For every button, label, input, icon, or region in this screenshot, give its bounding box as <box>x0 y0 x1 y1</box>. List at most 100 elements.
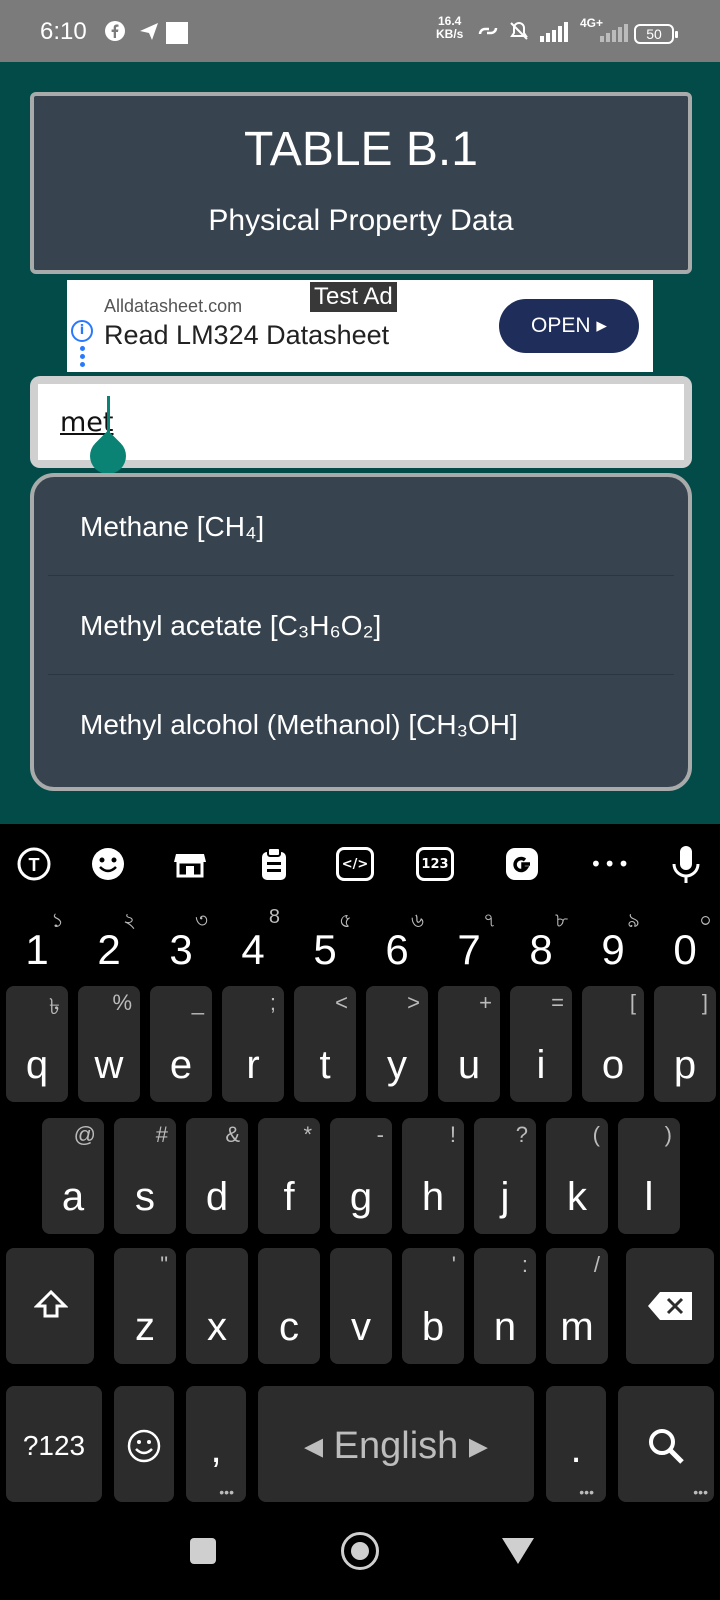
ad-open-button[interactable]: OPEN ▸ <box>499 299 639 353</box>
key-label: u <box>457 1043 481 1087</box>
network-speed: 16.4 KB/s <box>436 14 464 41</box>
code-icon[interactable]: </> <box>336 847 374 881</box>
key-hint: < <box>335 990 348 1015</box>
key-label: 5 <box>313 926 337 973</box>
key-hint: ' <box>451 1252 456 1277</box>
key-4[interactable]: 84 <box>222 904 284 982</box>
symbols-key[interactable]: ?123 <box>6 1386 102 1502</box>
key-e[interactable]: _ e <box>150 986 212 1102</box>
ad-menu-icon[interactable] <box>80 346 86 370</box>
key-d[interactable]: & d <box>186 1118 248 1234</box>
suggestion-item[interactable]: Methyl alcohol (Methanol) [CH₃OH] <box>48 675 674 774</box>
key-label: 2 <box>97 926 121 973</box>
key-m[interactable]: / m <box>546 1248 608 1364</box>
info-icon[interactable]: i <box>71 320 93 342</box>
key-t[interactable]: < t <box>294 986 356 1102</box>
key-p[interactable]: ] p <box>654 986 716 1102</box>
key-hint: : <box>521 1252 528 1277</box>
clipboard-icon[interactable] <box>254 844 294 884</box>
key-6[interactable]: ৬6 <box>366 904 428 982</box>
key-0[interactable]: ০0 <box>654 904 716 982</box>
back-icon[interactable] <box>502 1538 534 1564</box>
key-2[interactable]: ২2 <box>78 904 140 982</box>
key-u[interactable]: + u <box>438 986 500 1102</box>
key-1[interactable]: ১1 <box>6 904 68 982</box>
key-label: g <box>349 1175 373 1219</box>
emoji-key[interactable] <box>114 1386 174 1502</box>
key-s[interactable]: # s <box>114 1118 176 1234</box>
key-a[interactable]: @ a <box>42 1118 104 1234</box>
key-label: m <box>560 1305 594 1349</box>
key-5[interactable]: ৫5 <box>294 904 356 982</box>
key-y[interactable]: > y <box>366 986 428 1102</box>
key-hint: ) <box>664 1122 672 1147</box>
key-label: a <box>61 1175 85 1219</box>
key-r[interactable]: ; r <box>222 986 284 1102</box>
recent-apps-icon[interactable] <box>190 1538 216 1564</box>
notification-square-icon <box>166 22 188 44</box>
shift-key[interactable] <box>6 1248 94 1364</box>
key-n[interactable]: :n <box>474 1248 536 1364</box>
svg-text:T: T <box>29 855 40 875</box>
key-label: t <box>319 1043 331 1087</box>
key-l[interactable]: ) l <box>618 1118 680 1234</box>
ad-banner[interactable]: Test Ad i Alldatasheet.com Read LM324 Da… <box>67 280 653 372</box>
key-w[interactable]: % w <box>78 986 140 1102</box>
key-9[interactable]: ৯9 <box>582 904 644 982</box>
signal-2-icon <box>600 24 628 46</box>
soft-keyboard: T </> 123 ••• ১1২2৩384৫5৬6৭7৮8৯9০0 ৳ q% w _… <box>0 824 720 1504</box>
key-c[interactable]: c <box>258 1248 320 1364</box>
key-hint: ৳ <box>49 994 60 1019</box>
key-label: 7 <box>457 926 481 973</box>
backspace-key[interactable] <box>626 1248 714 1364</box>
key-i[interactable]: = i <box>510 986 572 1102</box>
key-label: q <box>25 1043 49 1087</box>
key-hint: ! <box>449 1122 456 1147</box>
status-time: 6:10 <box>40 18 87 45</box>
translate-icon[interactable]: T <box>14 844 54 884</box>
home-icon[interactable] <box>341 1532 379 1570</box>
key-o[interactable]: [o <box>582 986 644 1102</box>
key-b[interactable]: ' b <box>402 1248 464 1364</box>
numpad-icon[interactable]: 123 <box>416 847 454 881</box>
search-input[interactable] <box>38 384 684 460</box>
key-hint: * <box>303 1122 312 1147</box>
key-x[interactable]: x <box>186 1248 248 1364</box>
search-key[interactable]: ••• <box>618 1386 714 1502</box>
key-label: i <box>536 1043 546 1087</box>
key-label: j <box>500 1175 510 1219</box>
key-label: v <box>351 1305 371 1349</box>
key-label: y <box>387 1043 407 1087</box>
key-k[interactable]: (k <box>546 1118 608 1234</box>
key-hint: + <box>479 990 492 1015</box>
store-icon[interactable] <box>170 844 210 884</box>
emoji-icon[interactable] <box>88 844 128 884</box>
more-icon[interactable]: ••• <box>590 844 630 884</box>
gboard-g-icon[interactable] <box>502 844 542 884</box>
key-j[interactable]: ? j <box>474 1118 536 1234</box>
microphone-icon[interactable] <box>666 844 706 884</box>
suggestion-item[interactable]: Methane [CH₄] <box>48 477 674 576</box>
facebook-icon <box>104 20 126 46</box>
navigation-bar <box>0 1504 720 1600</box>
period-key[interactable]: . ••• <box>546 1386 606 1502</box>
key-h[interactable]: ! h <box>402 1118 464 1234</box>
key-g[interactable]: -g <box>330 1118 392 1234</box>
key-v[interactable]: v <box>330 1248 392 1364</box>
key-7[interactable]: ৭7 <box>438 904 500 982</box>
key-q[interactable]: ৳ q <box>6 986 68 1102</box>
key-8[interactable]: ৮8 <box>510 904 572 982</box>
key-label: 9 <box>601 926 625 973</box>
page-title: TABLE B.1 <box>244 123 478 176</box>
key-label: 8 <box>529 926 553 973</box>
key-label: e <box>169 1043 193 1087</box>
key-hint: % <box>112 990 132 1015</box>
key-z[interactable]: " z <box>114 1248 176 1364</box>
spacebar[interactable]: ◂ English ▸ <box>258 1386 534 1502</box>
key-hint: " <box>160 1252 168 1277</box>
key-hint: > <box>407 990 420 1015</box>
suggestion-item[interactable]: Methyl acetate [C₃H₆O₂] <box>48 576 674 675</box>
key-f[interactable]: * f <box>258 1118 320 1234</box>
key-3[interactable]: ৩3 <box>150 904 212 982</box>
comma-key[interactable]: , ••• <box>186 1386 246 1502</box>
